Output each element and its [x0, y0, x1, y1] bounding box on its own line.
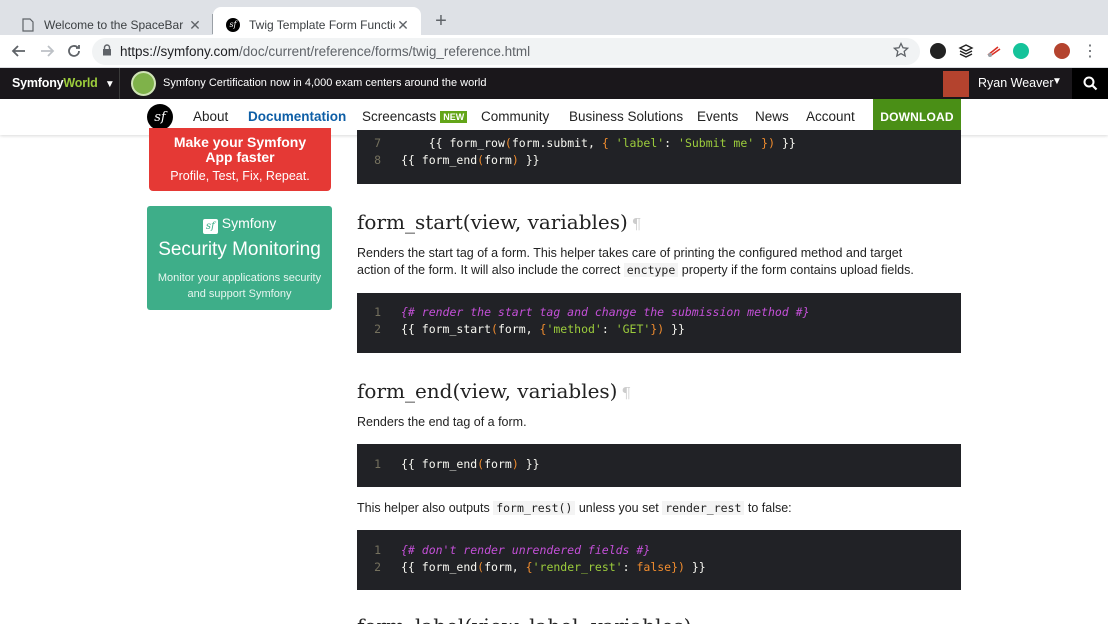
code-line: 2{{ form_end(form, {'render_rest': false… [357, 560, 706, 577]
ad-headline-line2: App faster [205, 149, 275, 165]
announcement-link[interactable]: Symfony Certification now in 4,000 exam … [163, 77, 486, 89]
symfonyworld-logo-main: Symfony [12, 76, 64, 90]
certification-badge-icon [131, 71, 156, 96]
ad-headline: Make your Symfony App faster [149, 135, 331, 165]
code-line: 1 {# don't render unrendered fields #} [357, 543, 650, 560]
code-block-form-end: 1{{ form_end(form) }} [357, 444, 961, 487]
line-number: 1 [374, 543, 381, 557]
user-menu[interactable]: Ryan Weaver [978, 76, 1054, 90]
inline-code: render_rest [662, 501, 745, 515]
chevron-down-icon: ▼ [104, 79, 115, 90]
symfonyworld-logo-world: World [63, 76, 98, 90]
new-badge: NEW [440, 111, 468, 123]
permalink-pilcrow[interactable]: ¶ [632, 215, 642, 233]
paragraph-line: property if the form contains upload fie… [678, 263, 914, 277]
code-comment: {# don't render unrendered fields #} [401, 543, 651, 557]
ad-description: Monitor your applications security and su… [147, 270, 332, 302]
ad-description-line1: Monitor your applications security [157, 272, 322, 284]
code-line: 8{{ form_end(form) }} [357, 153, 539, 170]
extension-layers-icon[interactable] [958, 43, 974, 59]
page-icon [20, 17, 36, 33]
code-block-render-rest: 1 {# don't render unrendered fields #} 2{… [357, 530, 961, 590]
address-bar[interactable]: https://symfony.com/doc/current/referenc… [92, 38, 920, 65]
forward-arrow-icon[interactable] [37, 41, 57, 61]
url-path: /doc/current/reference/forms/twig_refere… [239, 44, 531, 59]
code-line: 7 {{ form_row(form.submit, { 'label': 'S… [357, 136, 796, 153]
paragraph-line: action of the form. It will also include… [357, 263, 624, 277]
line-number: 1 [374, 457, 381, 471]
extension-fire-icon[interactable] [930, 43, 946, 59]
url-host: https://symfony.com [120, 44, 240, 59]
ad-headline-line1: Make your Symfony [173, 134, 307, 150]
nav-news[interactable]: News [755, 109, 789, 124]
ad-brand-label: Symfony [221, 215, 277, 231]
paragraph-text: This helper also outputs [357, 501, 494, 515]
nav-events[interactable]: Events [697, 109, 738, 124]
divider [119, 68, 120, 99]
new-tab-plus-icon[interactable]: + [431, 11, 451, 31]
nav-about[interactable]: About [193, 109, 228, 124]
heading-text: form_start(view, variables) [357, 210, 628, 234]
paragraph-text: to false: [744, 501, 792, 515]
line-number: 2 [374, 560, 381, 574]
heading-text: form_end(view, variables) [357, 379, 618, 403]
symfony-logo[interactable]: sf [147, 104, 173, 130]
paragraph-helper: This helper also outputs form_rest() unl… [357, 500, 967, 517]
ad-tagline: Profile, Test, Fix, Repeat. [170, 169, 310, 183]
nav-screencasts[interactable]: Screencasts NEW [362, 109, 468, 124]
code-line: 1 {# render the start tag and change the … [357, 305, 810, 322]
ad-title: Security Monitoring [158, 239, 321, 260]
close-icon[interactable]: ✕ [395, 17, 411, 33]
symfony-logo-icon: sf [202, 219, 218, 234]
code-comment: {# render the start tag and change the s… [401, 305, 810, 319]
tab-title: Twig Template Form Function a [249, 17, 395, 32]
ad-description-line2: and support Symfony [187, 288, 292, 300]
nav-business-solutions[interactable]: Business Solutions [569, 109, 683, 124]
browser-toolbar: https://symfony.com/doc/current/referenc… [0, 35, 1108, 68]
line-number: 8 [374, 153, 381, 167]
lock-icon [102, 44, 112, 59]
paragraph-text: unless you set [575, 501, 663, 515]
nav-community[interactable]: Community [481, 109, 549, 124]
symfonyworld-menu[interactable]: SymfonyWorld ▼ [12, 76, 115, 90]
paragraph-form-start: Renders the start tag of a form. This he… [357, 245, 967, 279]
line-number: 7 [374, 136, 381, 150]
back-arrow-icon[interactable] [9, 41, 29, 61]
search-button[interactable] [1072, 68, 1108, 99]
code-block-form-start: 1 {# render the start tag and change the … [357, 293, 961, 353]
paragraph-line: Renders the start tag of a form. This he… [357, 246, 903, 260]
ad-brand: sf Symfony [147, 215, 332, 234]
inline-code: enctype [623, 263, 679, 277]
search-icon [1083, 76, 1097, 91]
nav-screencasts-label: Screencasts [362, 109, 437, 124]
nav-documentation[interactable]: Documentation [248, 109, 346, 124]
profile-avatar[interactable] [1054, 43, 1070, 59]
tab-title: Welcome to the SpaceBar [44, 17, 184, 32]
line-number: 1 [374, 305, 381, 319]
paragraph-form-end: Renders the end tag of a form. [357, 415, 527, 429]
close-icon[interactable]: ✕ [187, 17, 203, 33]
heading-form-start: form_start(view, variables) ¶ [357, 210, 641, 234]
code-line: 2{{ form_start(form, {'method': 'GET'}) … [357, 322, 685, 339]
heading-form-label-cutoff: form_label(view, label, variables) [357, 614, 691, 624]
heading-form-end: form_end(view, variables) ¶ [357, 379, 631, 403]
reload-icon[interactable] [64, 41, 84, 61]
menu-kebab-icon[interactable]: ⋮ [1080, 41, 1100, 61]
code-block-form-example: 7 {{ form_row(form.submit, { 'label': 'S… [357, 130, 961, 184]
security-monitoring-ad[interactable]: sf Symfony Security Monitoring Monitor yo… [147, 206, 332, 310]
inline-code: form_rest() [493, 501, 576, 515]
permalink-pilcrow[interactable]: ¶ [622, 384, 632, 402]
line-number: 2 [374, 322, 381, 336]
nav-account[interactable]: Account [806, 109, 855, 124]
blackfire-ad[interactable]: Make your Symfony App faster Profile, Tes… [149, 128, 331, 191]
avatar[interactable] [943, 71, 969, 97]
code-line: 1{{ form_end(form) }} [357, 457, 539, 474]
bookmark-star-icon[interactable] [892, 41, 910, 63]
extension-grammarly-icon[interactable] [1013, 43, 1029, 59]
symfony-favicon-icon: sf [225, 17, 241, 33]
symfonyworld-bar: SymfonyWorld ▼ Symfony Certification now… [0, 68, 1108, 99]
extension-cast-icon[interactable] [986, 43, 1002, 59]
chevron-down-icon[interactable]: ▼ [1052, 76, 1062, 87]
